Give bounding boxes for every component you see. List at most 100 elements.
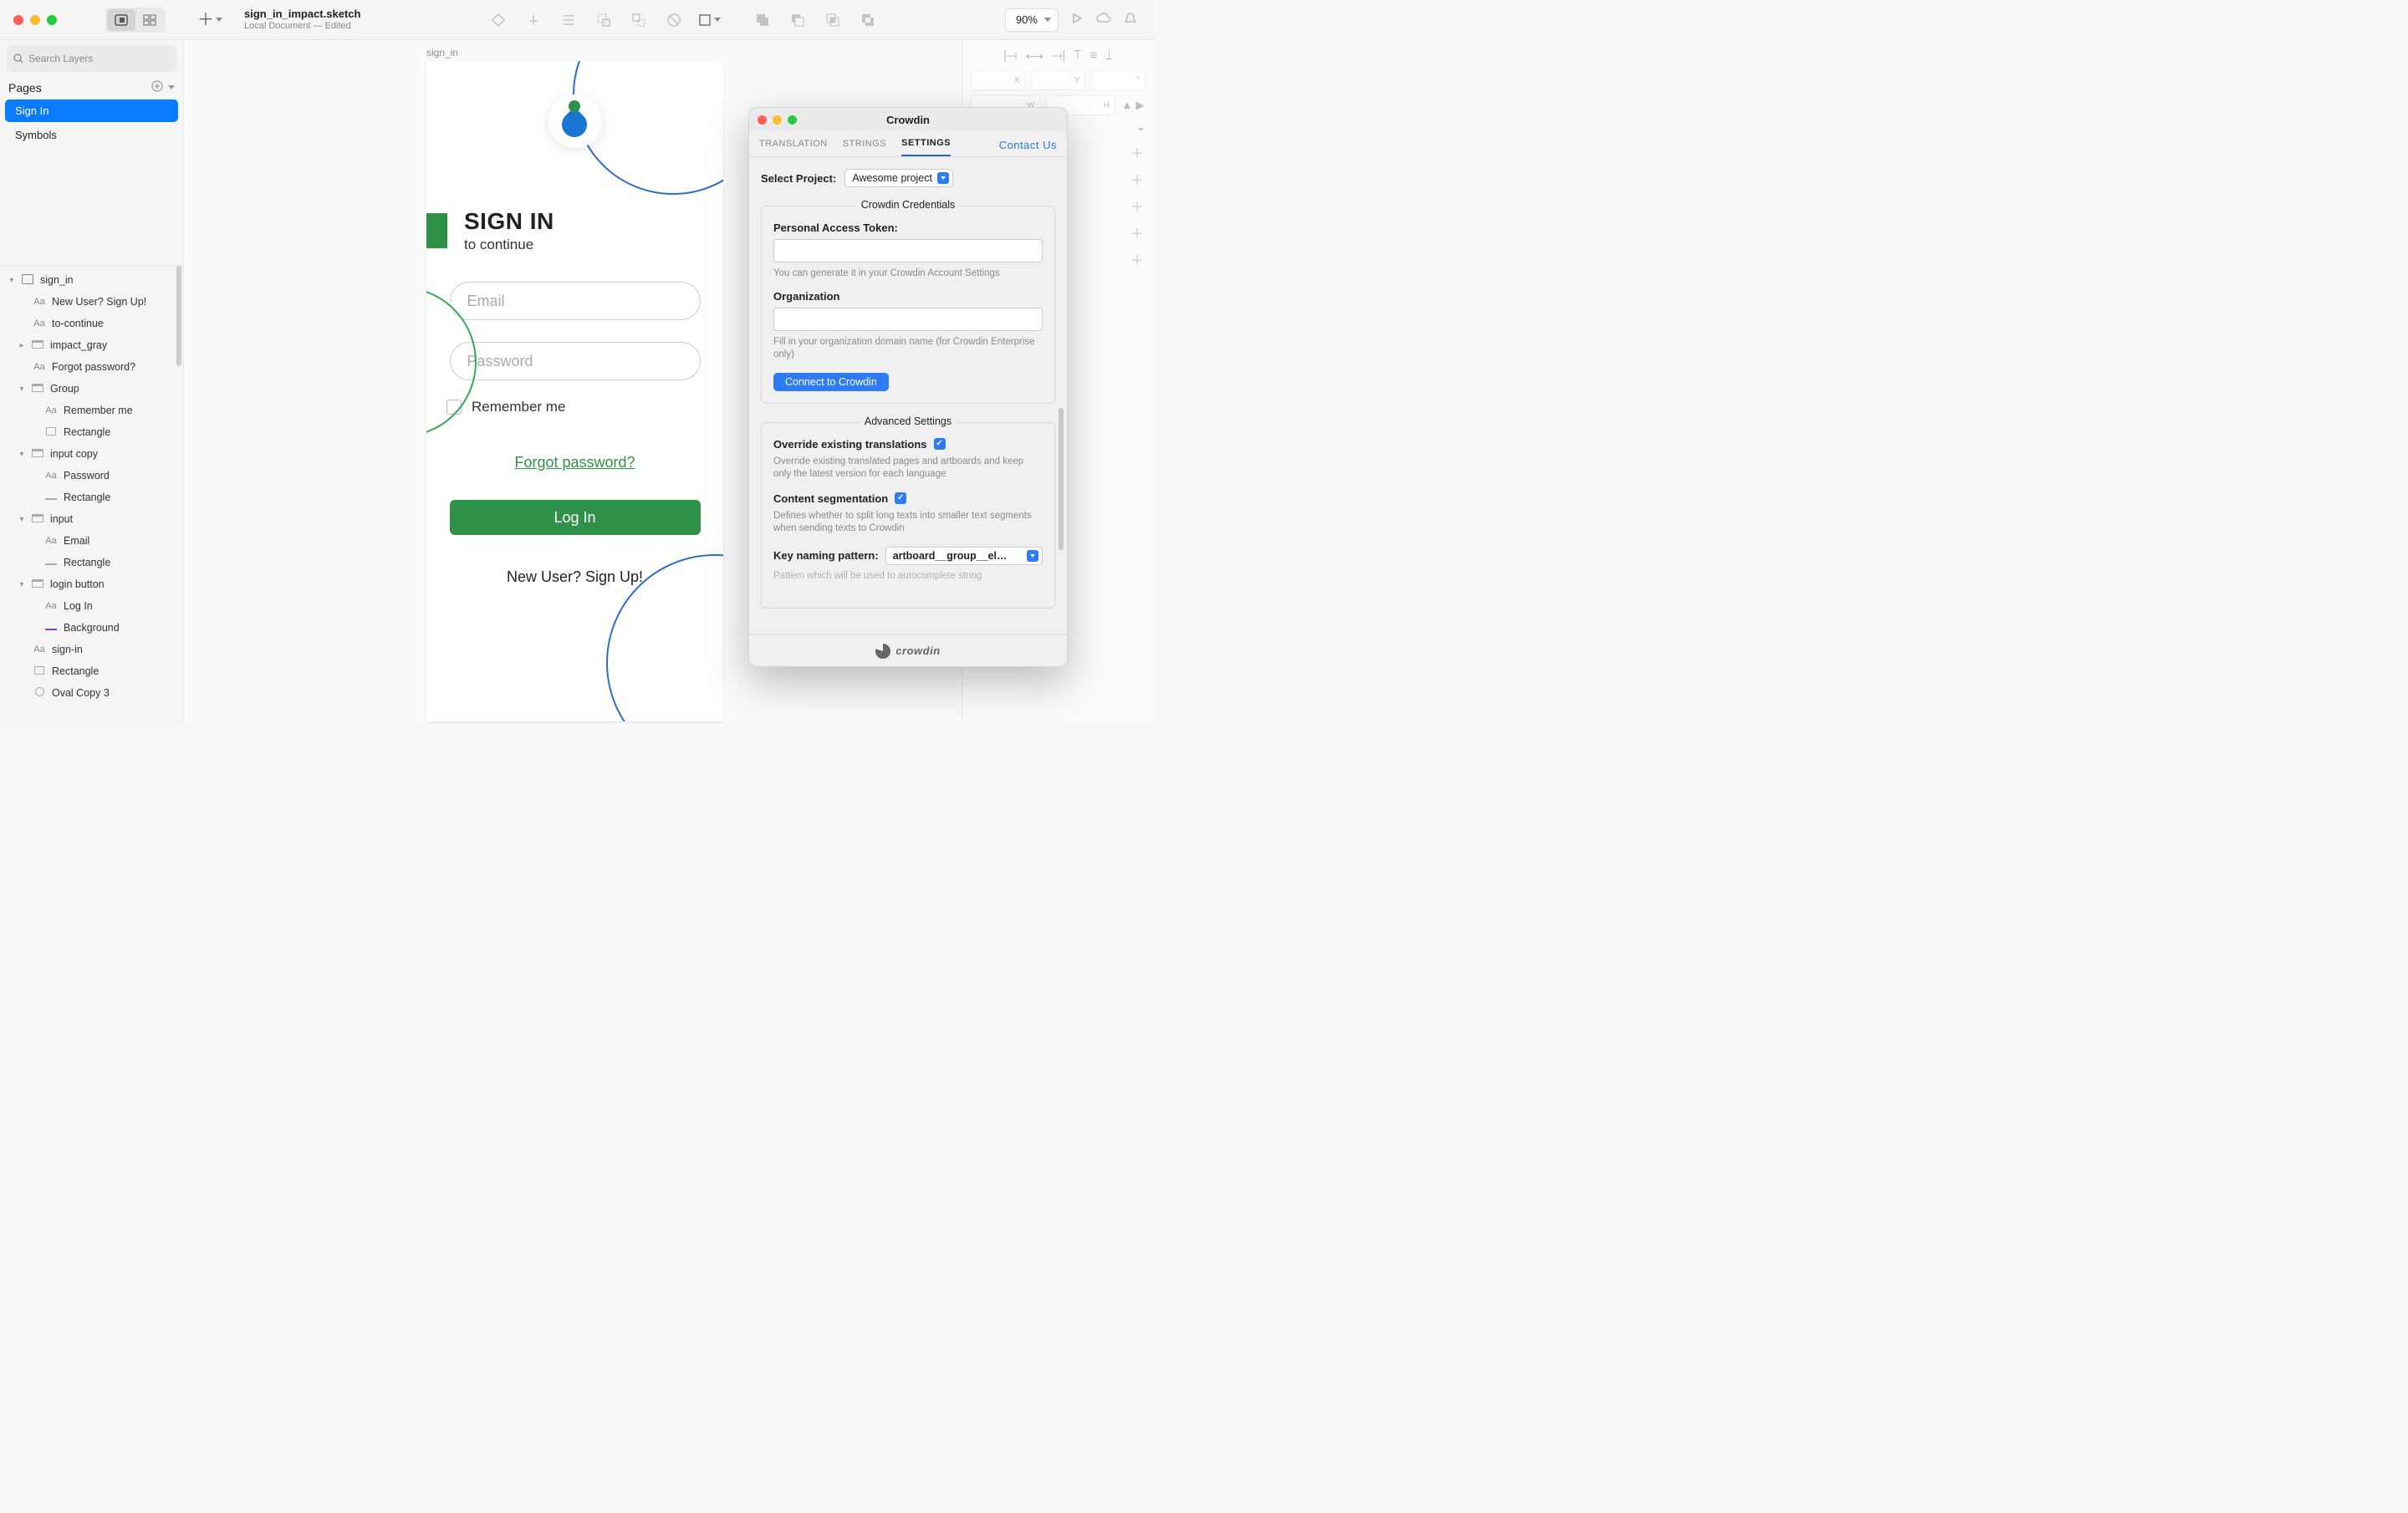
add-page-button[interactable] [151,80,163,94]
align-top-icon[interactable]: ⟙ [1074,48,1081,64]
connect-button[interactable]: Connect to Crowdin [773,373,889,391]
tab-strings[interactable]: STRINGS [843,139,886,155]
window-traffic-lights [8,15,65,25]
tab-settings[interactable]: SETTINGS [901,138,951,156]
left-sidebar: Search Layers Pages Sign In Symbols ▾sig… [0,40,184,722]
close-window-icon[interactable] [13,15,23,25]
align-icon[interactable] [556,8,581,33]
remember-me-row[interactable]: Remember me [446,399,723,415]
align-vcenter-icon[interactable]: ≡ [1089,48,1097,64]
layer-group[interactable]: ▸impact_gray [0,334,183,356]
rotate-icon[interactable] [661,8,686,33]
layer-oval[interactable]: Oval Copy 3 [0,682,183,704]
layer-group[interactable]: ▾login button [0,573,183,595]
scale-menu[interactable] [696,8,722,33]
org-input[interactable] [773,308,1043,331]
angle-input[interactable]: ° [1090,70,1145,90]
ungroup-icon[interactable] [626,8,651,33]
section-collapse-icon[interactable]: ⌄ [1136,120,1145,134]
align-left-icon[interactable]: |⟞ [1003,48,1017,64]
forgot-password-link[interactable]: Forgot password? [426,454,723,471]
layer-shape[interactable]: Rectangle [0,421,183,443]
subtract-icon[interactable] [785,8,810,33]
layer-text[interactable]: AaRemember me [0,400,183,421]
difference-icon[interactable] [855,8,880,33]
zoom-window-icon[interactable] [788,115,797,125]
zoom-control[interactable]: 90% [1005,8,1059,32]
project-select-value: Awesome project [852,172,932,184]
layer-text[interactable]: AaForgot password? [0,356,183,378]
search-layers-input[interactable]: Search Layers [7,45,176,72]
segmentation-checkbox[interactable]: ✓ [895,492,906,504]
select-arrows-icon [937,172,949,184]
artboard-name[interactable]: sign_in [426,47,458,59]
canvas-view-icon [115,14,128,26]
signin-heading: SIGN IN [464,208,554,235]
cloud-icon[interactable] [1095,13,1112,27]
view-mode-segment [105,8,166,33]
layer-shape[interactable]: Rectangle [0,552,183,573]
email-field[interactable]: Email [450,282,701,320]
tab-translation[interactable]: TRANSLATION [759,139,828,155]
override-hint: Override existing translated pages and a… [773,456,1043,481]
minimize-window-icon[interactable] [30,15,40,25]
project-select[interactable]: Awesome project [844,169,953,187]
override-checkbox[interactable]: ✓ [934,438,946,450]
layer-text[interactable]: AaPassword [0,465,183,487]
layer-group[interactable]: ▾input copy [0,443,183,465]
layer-text[interactable]: Aato-continue [0,313,183,334]
contact-us-link[interactable]: Contact Us [999,139,1057,156]
canvas-view-button[interactable] [107,9,135,31]
select-arrows-icon [1027,550,1038,562]
layer-shape[interactable]: Rectangle [0,660,183,682]
align-right-icon[interactable]: ⟞| [1052,48,1065,64]
layer-shape[interactable]: Background [0,617,183,639]
key-pattern-label: Key naming pattern: [773,549,879,562]
layer-text[interactable]: AaLog In [0,595,183,617]
layer-artboard[interactable]: ▾sign_in [0,269,183,291]
layer-text[interactable]: AaNew User? Sign Up! [0,291,183,313]
artboard-signin[interactable]: SIGN IN to continue Email Password Remem… [426,61,723,721]
pages-collapse-icon[interactable] [168,85,175,89]
x-input[interactable]: X [971,70,1026,90]
pat-hint: You can generate it in your Crowdin Acco… [773,267,1043,280]
layer-shape[interactable]: Rectangle [0,487,183,508]
chevron-down-icon [1044,18,1051,22]
create-symbol-icon[interactable] [486,8,511,33]
preview-icon[interactable] [1070,12,1084,28]
plugin-scrollbar[interactable] [1059,408,1064,550]
y-input[interactable]: Y [1031,70,1086,90]
align-hcenter-icon[interactable]: ⟷ [1025,48,1043,64]
layer-text[interactable]: AaEmail [0,530,183,552]
login-button[interactable]: Log In [450,500,701,535]
flip-h-icon[interactable]: ▲ [1122,99,1133,112]
zoom-window-icon[interactable] [47,15,57,25]
close-window-icon[interactable] [758,115,767,125]
page-item-signin[interactable]: Sign In [5,99,178,122]
forward-icon[interactable] [521,8,546,33]
document-filename: sign_in_impact.sketch [244,8,360,21]
components-view-button[interactable] [135,9,164,31]
intersect-icon[interactable] [820,8,845,33]
page-item-symbols[interactable]: Symbols [5,124,178,146]
pat-input[interactable] [773,239,1043,262]
layer-group[interactable]: ▾Group [0,378,183,400]
layers-scrollbar[interactable] [176,266,181,366]
key-pattern-select[interactable]: artboard__group__elemen [885,547,1043,565]
accent-rectangle [426,213,447,248]
app-logo-icon [548,94,602,148]
pages-header: Pages [0,75,183,99]
layer-text[interactable]: Aasign-in [0,639,183,660]
align-bottom-icon[interactable]: ⟘ [1105,48,1113,64]
chevron-down-icon [714,18,721,22]
notifications-icon[interactable] [1124,12,1137,28]
union-icon[interactable] [750,8,775,33]
segmentation-label: Content segmentation [773,492,888,505]
flip-v-icon[interactable]: ▶ [1135,99,1144,112]
password-field[interactable]: Password [450,342,701,380]
layer-group[interactable]: ▾input [0,508,183,530]
select-project-label: Select Project: [761,172,836,185]
insert-menu[interactable]: ＋ [197,12,222,28]
minimize-window-icon[interactable] [773,115,782,125]
group-icon[interactable] [591,8,616,33]
